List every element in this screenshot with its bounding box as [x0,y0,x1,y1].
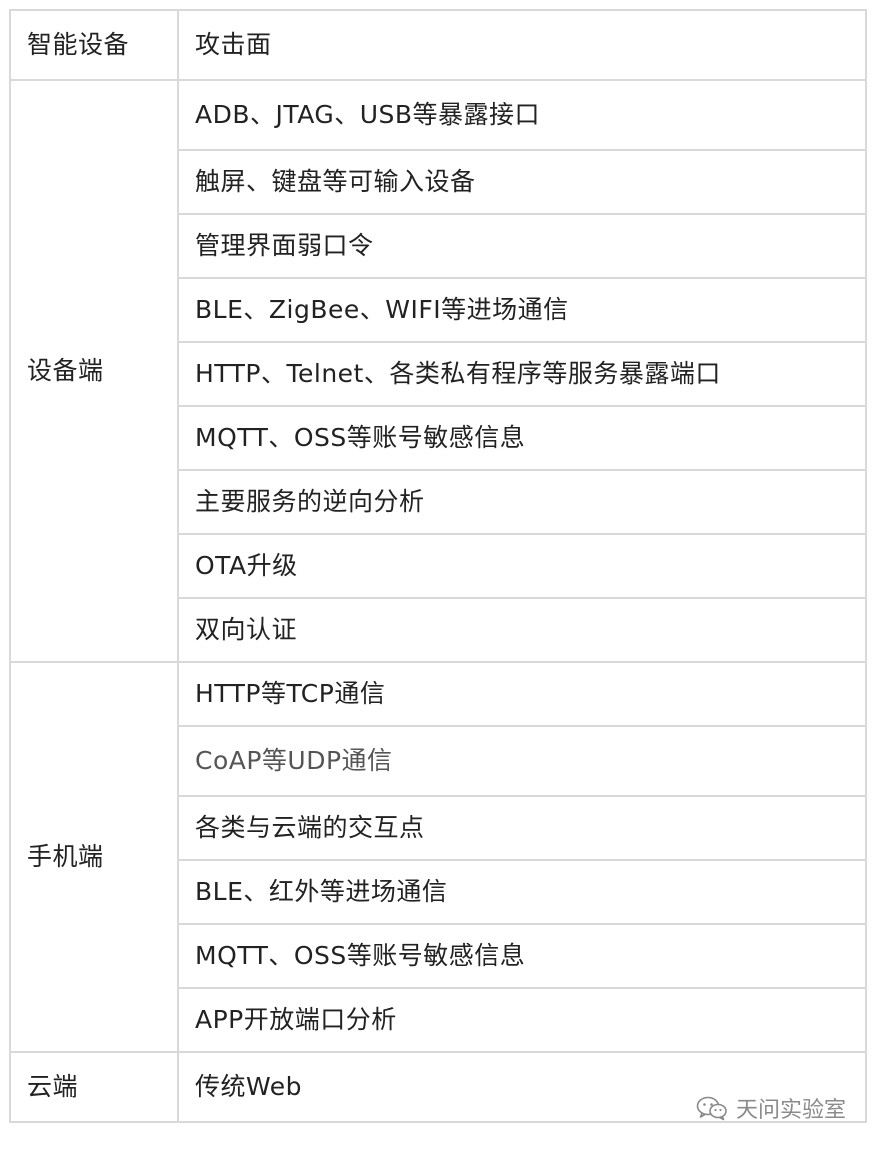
table-cell: OTA升级 [177,533,867,599]
table-cell: 双向认证 [177,597,867,663]
watermark-text: 天问实验室 [735,1098,846,1123]
table-row: 手机端 HTTP等TCP通信 [9,661,867,1053]
table-cell: CoAP等UDP通信 [177,725,867,797]
table-cell: 主要服务的逆向分析 [177,469,867,535]
attack-surface-table: 智能设备 攻击面 设备端 ADB、JTAG、USB等暴露接口 触屏、键盘等可输入… [9,9,867,1123]
table-cell: APP开放端口分析 [177,987,867,1053]
table-cell: 触屏、键盘等可输入设备 [177,149,867,215]
category-phone-side: 手机端 [9,661,179,1053]
table-cell: ADB、JTAG、USB等暴露接口 [177,79,867,151]
header-attack-surface-cell: 攻击面 [177,9,867,81]
wechat-icon [696,1095,728,1121]
header-device-cell: 智能设备 [9,9,179,81]
table-cell: 管理界面弱口令 [177,213,867,279]
header-row: 智能设备 攻击面 [9,9,867,81]
table-cell: BLE、红外等进场通信 [177,859,867,925]
watermark: 天问实验室 [696,1092,846,1124]
table-cell: MQTT、OSS等账号敏感信息 [177,923,867,989]
table-cell: MQTT、OSS等账号敏感信息 [177,405,867,471]
table-cell: BLE、ZigBee、WIFI等进场通信 [177,277,867,343]
category-device-side: 设备端 [9,79,179,663]
table-cell: 各类与云端的交互点 [177,795,867,861]
table-cell: HTTP、Telnet、各类私有程序等服务暴露端口 [177,341,867,407]
category-cloud-side: 云端 [9,1051,179,1123]
table-row: 设备端 ADB、JTAG、USB等暴露接口 [9,79,867,663]
table-cell: HTTP等TCP通信 [177,661,867,727]
